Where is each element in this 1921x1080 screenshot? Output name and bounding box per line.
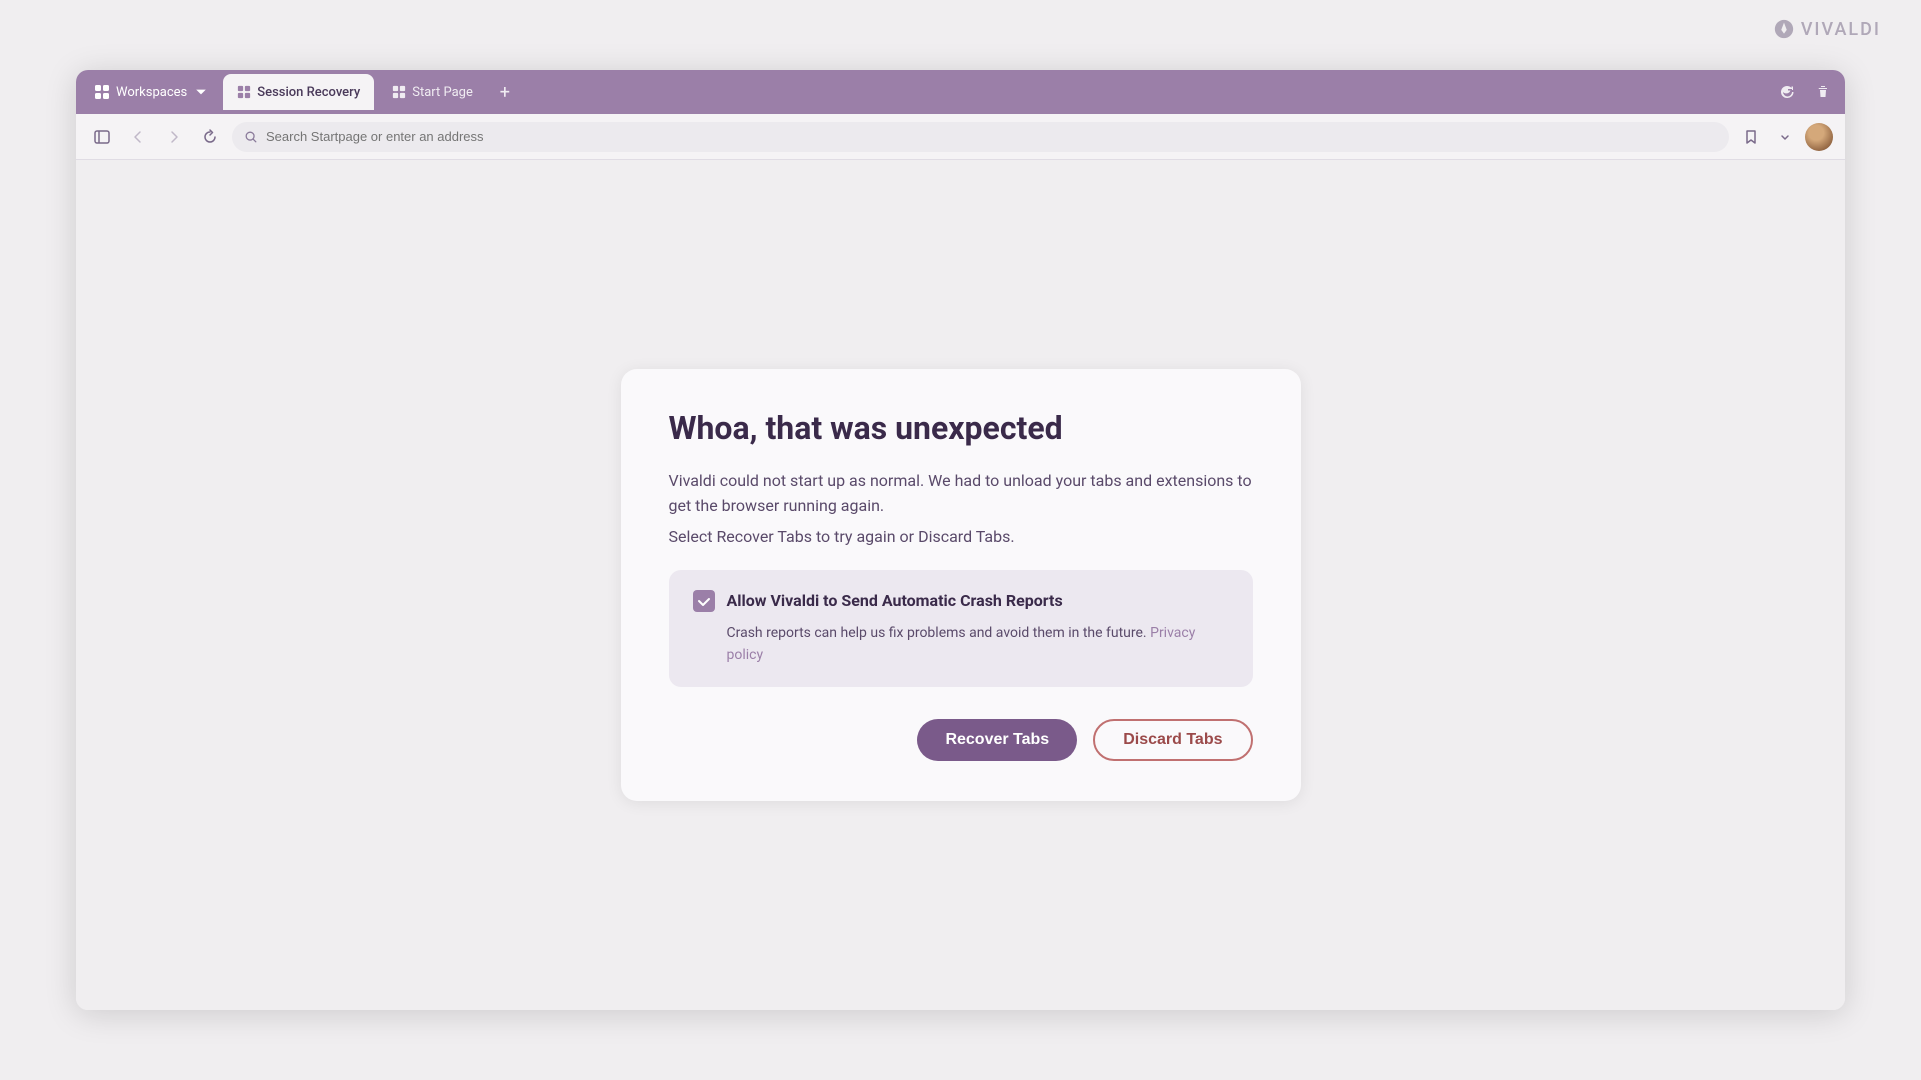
back-button[interactable] (124, 123, 152, 151)
search-icon (244, 130, 258, 144)
avatar[interactable] (1805, 123, 1833, 151)
toolbar-right (1737, 123, 1833, 151)
trash-icon[interactable] (1809, 78, 1837, 106)
toolbar (76, 114, 1845, 160)
bookmark-dropdown-icon[interactable] (1771, 123, 1799, 151)
page-content: Whoa, that was unexpected Vivaldi could … (76, 160, 1845, 1010)
tab-session-recovery[interactable]: Session Recovery (223, 74, 374, 110)
sync-icon[interactable] (1773, 78, 1801, 106)
checkmark-icon (697, 594, 711, 608)
recovery-title: Whoa, that was unexpected (669, 409, 1253, 447)
crash-report-checkbox[interactable] (693, 590, 715, 612)
forward-button[interactable] (160, 123, 188, 151)
address-bar[interactable] (232, 122, 1729, 152)
tab-start-page[interactable]: Start Page (378, 74, 487, 110)
tab-bar-right (1773, 78, 1837, 106)
browser-window: Workspaces Session Recovery Start (76, 70, 1845, 1010)
url-input[interactable] (266, 129, 1717, 144)
recovery-card: Whoa, that was unexpected Vivaldi could … (621, 369, 1301, 800)
crash-report-description: Crash reports can help us fix problems a… (727, 622, 1229, 667)
sidebar-toggle-button[interactable] (88, 123, 116, 151)
crash-report-box: Allow Vivaldi to Send Automatic Crash Re… (669, 570, 1253, 687)
recovery-description: Vivaldi could not start up as normal. We… (669, 468, 1253, 519)
vivaldi-logo: VIVALDI (1773, 18, 1881, 40)
recovery-action-text: Select Recover Tabs to try again or Disc… (669, 527, 1253, 546)
tab-bar: Workspaces Session Recovery Start (76, 70, 1845, 114)
workspaces-button[interactable]: Workspaces (84, 78, 219, 106)
start-page-tab-icon (392, 85, 406, 99)
vivaldi-logo-icon (1773, 18, 1795, 40)
add-tab-button[interactable]: + (491, 78, 519, 106)
discard-tabs-button[interactable]: Discard Tabs (1093, 719, 1252, 761)
bookmark-icon[interactable] (1737, 123, 1765, 151)
crash-report-header: Allow Vivaldi to Send Automatic Crash Re… (693, 590, 1229, 612)
reload-button[interactable] (196, 123, 224, 151)
crash-report-title: Allow Vivaldi to Send Automatic Crash Re… (727, 591, 1063, 610)
workspaces-icon (94, 84, 110, 100)
recover-tabs-button[interactable]: Recover Tabs (917, 719, 1077, 761)
chevron-down-icon (193, 84, 209, 100)
session-recovery-tab-icon (237, 85, 251, 99)
button-row: Recover Tabs Discard Tabs (669, 719, 1253, 761)
